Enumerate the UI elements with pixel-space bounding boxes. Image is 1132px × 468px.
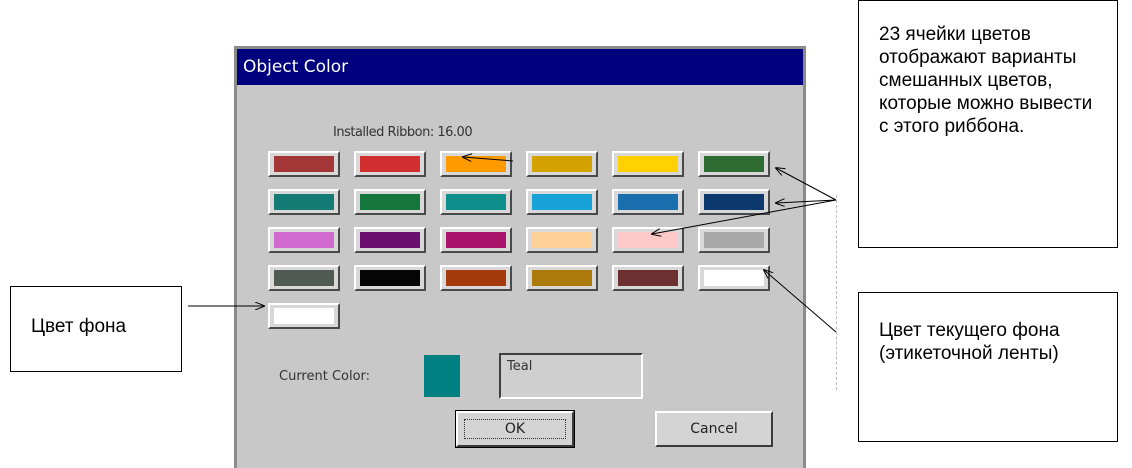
callout-arrows <box>188 0 837 333</box>
arrow-to-orange-swatch <box>463 157 514 161</box>
arrow-to-green-swatch <box>776 168 837 201</box>
arrow-to-pink-swatch <box>652 199 837 234</box>
arrow-to-white-swatch <box>764 270 837 333</box>
